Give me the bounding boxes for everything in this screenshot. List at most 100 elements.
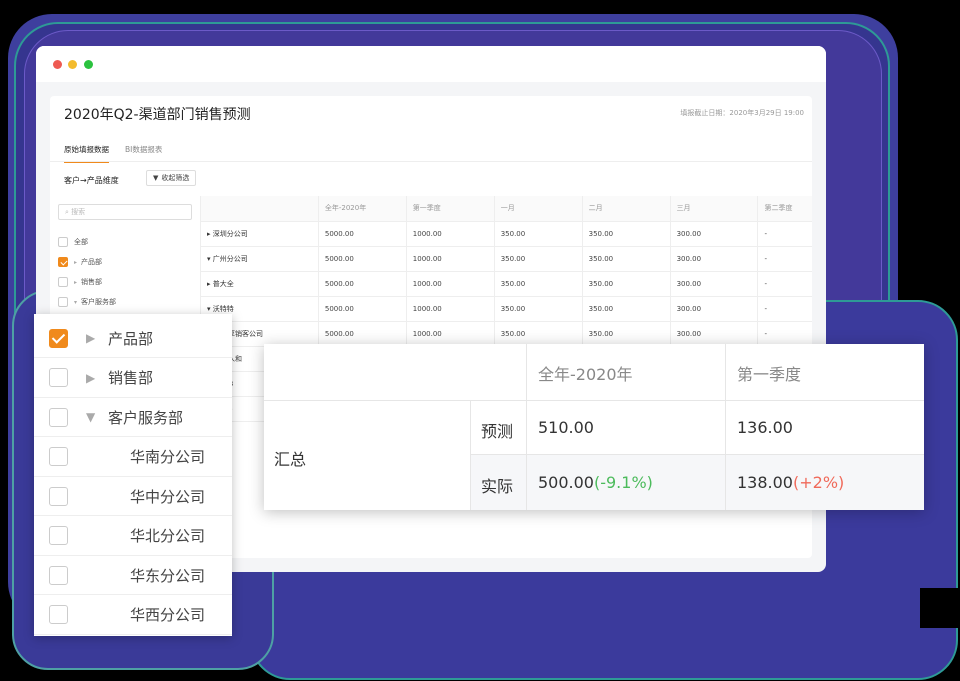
collapse-filter-button[interactable]: ▼ 收起筛选 xyxy=(146,170,197,186)
department-list-item[interactable]: ▶ 销售部 xyxy=(34,358,232,398)
divider xyxy=(526,344,527,510)
table-cell: - xyxy=(757,221,812,247)
table-cell: 5000.00 xyxy=(317,296,407,322)
checkbox[interactable] xyxy=(49,486,68,506)
column-header: 第二季度 xyxy=(757,196,812,222)
table-cell: 1000.00 xyxy=(405,321,495,347)
close-window-button[interactable] xyxy=(53,60,62,69)
checkbox[interactable] xyxy=(49,605,68,624)
search-placeholder: 搜索 xyxy=(71,208,86,216)
caret-right-icon[interactable]: ▶ xyxy=(86,371,95,385)
department-label: 华北分公司 xyxy=(130,527,206,545)
department-label: 产品部 xyxy=(108,329,154,348)
table-cell: 300.00 xyxy=(669,246,758,272)
checkbox[interactable] xyxy=(58,277,68,287)
table-cell: 350.00 xyxy=(493,296,583,322)
table-row[interactable]: ▸ 深圳分公司 5000.00 1000.00 350.00 350.00 300.00- xyxy=(200,221,812,247)
table-cell: 350.00 xyxy=(581,221,671,247)
row-name-cell[interactable]: ▸ 普大全 xyxy=(200,271,319,297)
caret-right-icon[interactable]: ▸ xyxy=(74,259,77,266)
department-label: 华东分公司 xyxy=(130,566,206,585)
table-cell: 1000.00 xyxy=(405,246,495,272)
search-input[interactable]: ⌕ 搜索 xyxy=(58,204,192,220)
column-header-year: 全年-2020年 xyxy=(538,365,633,384)
table-cell: 350.00 xyxy=(493,271,583,297)
filter-icon: ▼ xyxy=(153,174,159,182)
divider xyxy=(470,454,924,455)
department-list-item[interactable]: 华中分公司 xyxy=(34,476,232,516)
actual-q1-cell: 138.00(+2%) xyxy=(737,473,844,492)
deadline-text: 填报截止日期：2020年3月29日 19:00 xyxy=(680,109,804,117)
table-cell: 300.00 xyxy=(669,321,758,347)
checkbox[interactable] xyxy=(58,297,68,307)
summary-row-label: 汇总 xyxy=(274,450,307,469)
table-cell: - xyxy=(757,246,812,272)
table-row[interactable]: ▾ 广州分公司 5000.00 1000.00 350.00 350.00 300.00- xyxy=(200,246,812,272)
tree-item-label: 产品部 xyxy=(81,258,103,266)
minimize-window-button[interactable] xyxy=(68,60,77,69)
caret-right-icon[interactable]: ▸ xyxy=(74,279,77,286)
department-label: 华中分公司 xyxy=(130,487,206,506)
table-cell: 5000.00 xyxy=(317,246,407,272)
table-row[interactable]: ▸ 普大全 5000.00 1000.00 350.00 350.00 300.00- xyxy=(200,271,812,297)
column-header-q1: 第一季度 xyxy=(737,365,802,384)
caret-down-icon[interactable]: ▼ xyxy=(86,410,95,424)
collapse-filter-label: 收起筛选 xyxy=(161,174,190,182)
table-row[interactable]: ▾ 沃特特 5000.00 1000.00 350.00 350.00 300.00- xyxy=(200,296,812,322)
tree-item-label: 全部 xyxy=(74,238,88,246)
maximize-window-button[interactable] xyxy=(84,60,93,69)
divider xyxy=(470,400,924,401)
department-list-item[interactable]: 华东分公司 xyxy=(34,555,232,595)
table-row[interactable]: 深圳纷享销客公司 5000.00 1000.00 350.00 350.00 300.00… xyxy=(200,321,812,347)
actual-year-cell: 500.00(-9.1%) xyxy=(538,473,653,492)
department-label: 华西分公司 xyxy=(130,606,206,624)
page-title: 2020年Q2-渠道部门销售预测 xyxy=(64,107,251,123)
caret-right-icon[interactable]: ▶ xyxy=(86,331,95,345)
checkbox[interactable] xyxy=(49,447,68,466)
checkbox[interactable] xyxy=(49,565,68,585)
forecast-year-value: 510.00 xyxy=(538,418,594,437)
department-list-item[interactable]: 华西分公司 xyxy=(34,595,232,635)
table-cell: 300.00 xyxy=(669,296,758,322)
department-filter-popup: ▶ 产品部 ▶ 销售部 ▼ 客户服务部华南分公司华中分公司华北分公司华东分公司华西分公司 xyxy=(34,314,232,636)
department-list-item[interactable]: ▼ 客户服务部 xyxy=(34,397,232,437)
filter-tree: 全部 ▸ 产品部 ▸ 销售部 ▾ 客户服务部 xyxy=(58,232,116,312)
actual-label: 实际 xyxy=(481,477,514,496)
checkbox[interactable] xyxy=(49,526,68,545)
summary-table: 全年-2020年 第一季度 汇总 预测 实际 510.00 136.00 500… xyxy=(264,344,924,510)
checkbox[interactable] xyxy=(58,257,68,267)
row-name-cell[interactable]: ▸ 深圳分公司 xyxy=(200,221,319,247)
divider xyxy=(470,400,471,510)
actual-q1-value: 138.00 xyxy=(737,473,793,492)
column-header: 一月 xyxy=(493,196,583,222)
tree-item[interactable]: ▾ 客户服务部 xyxy=(58,292,116,312)
actual-year-value: 500.00 xyxy=(538,473,594,492)
divider xyxy=(50,161,812,162)
table-cell: - xyxy=(757,271,812,297)
department-list-item[interactable]: ▶ 产品部 xyxy=(34,318,232,358)
table-cell: 350.00 xyxy=(581,296,671,322)
checkbox[interactable] xyxy=(58,237,68,247)
department-list-item[interactable]: 华南分公司 xyxy=(34,437,232,477)
column-header: 全年-2020年 xyxy=(317,196,407,222)
tree-item[interactable]: 全部 xyxy=(58,232,116,252)
checkbox[interactable] xyxy=(49,407,68,427)
table-header-row: 全年-2020年 第一季度 一月 二月 三月 第二季度 xyxy=(200,196,812,222)
table-cell: 350.00 xyxy=(581,246,671,272)
table-cell: 1000.00 xyxy=(405,296,495,322)
checkbox[interactable] xyxy=(49,328,68,348)
tree-item[interactable]: ▸ 销售部 xyxy=(58,272,116,292)
forecast-label: 预测 xyxy=(481,422,514,441)
divider xyxy=(725,344,726,510)
department-label: 客户服务部 xyxy=(108,408,184,427)
column-header: 三月 xyxy=(669,196,758,222)
caret-down-icon[interactable]: ▾ xyxy=(74,299,77,306)
corner-patch xyxy=(900,0,960,30)
tree-item[interactable]: ▸ 产品部 xyxy=(58,252,116,272)
checkbox[interactable] xyxy=(49,368,68,387)
department-label: 华南分公司 xyxy=(130,448,206,466)
row-name-cell[interactable]: ▾ 广州分公司 xyxy=(200,246,319,272)
department-list-item[interactable]: 华北分公司 xyxy=(34,516,232,556)
table-cell: 5000.00 xyxy=(317,271,407,297)
table-cell: 350.00 xyxy=(493,221,583,247)
